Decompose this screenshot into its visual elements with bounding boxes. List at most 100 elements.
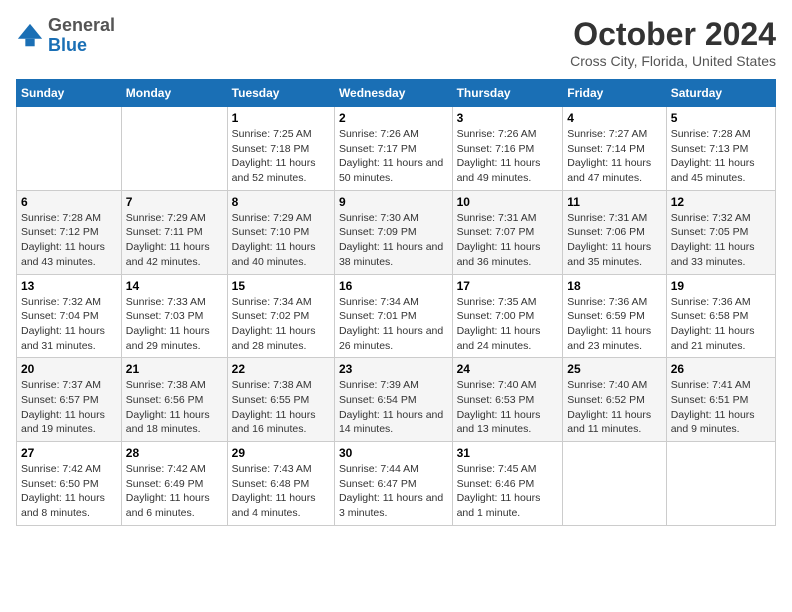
calendar-week-row: 20Sunrise: 7:37 AMSunset: 6:57 PMDayligh… [17,358,776,442]
calendar-day-cell: 28 Sunrise: 7:42 AMSunset: 6:49 PMDayligh… [121,442,227,526]
calendar-day-cell: 24 Sunrise: 7:40 AMSunset: 6:53 PMDayligh… [452,358,563,442]
calendar-day-cell: 9Sunrise: 7:30 AMSunset: 7:09 PMDaylight… [334,190,452,274]
calendar-day-cell: 5 Sunrise: 7:28 AMSunset: 7:13 PMDaylight… [666,107,775,191]
calendar-day-cell: 18 Sunrise: 7:36 AMSunset: 6:59 PMDayligh… [563,274,666,358]
day-info: Sunrise: 7:26 AMSunset: 7:17 PMDaylight:… [339,127,448,186]
day-info: Sunrise: 7:35 AMSunset: 7:00 PMDaylight:… [457,295,559,354]
day-info: Sunrise: 7:42 AMSunset: 6:49 PMDaylight:… [126,462,223,521]
day-info: Sunrise: 7:34 AMSunset: 7:01 PMDaylight:… [339,295,448,354]
month-title: October 2024 [570,16,776,53]
day-info: Sunrise: 7:40 AMSunset: 6:53 PMDaylight:… [457,378,559,437]
calendar-day-cell: 25Sunrise: 7:40 AMSunset: 6:52 PMDayligh… [563,358,666,442]
day-number: 27 [21,446,117,460]
day-number: 18 [567,279,661,293]
day-of-week-header: Tuesday [227,80,334,107]
calendar-day-cell: 6 Sunrise: 7:28 AMSunset: 7:12 PMDaylight… [17,190,122,274]
calendar-week-row: 13Sunrise: 7:32 AMSunset: 7:04 PMDayligh… [17,274,776,358]
day-number: 24 [457,362,559,376]
day-info: Sunrise: 7:33 AMSunset: 7:03 PMDaylight:… [126,295,223,354]
calendar-day-cell: 26 Sunrise: 7:41 AMSunset: 6:51 PMDayligh… [666,358,775,442]
calendar-day-cell: 19 Sunrise: 7:36 AMSunset: 6:58 PMDayligh… [666,274,775,358]
calendar-day-cell: 31 Sunrise: 7:45 AMSunset: 6:46 PMDayligh… [452,442,563,526]
day-number: 22 [232,362,330,376]
day-info: Sunrise: 7:42 AMSunset: 6:50 PMDaylight:… [21,462,117,521]
day-number: 25 [567,362,661,376]
calendar-day-cell: 11 Sunrise: 7:31 AMSunset: 7:06 PMDayligh… [563,190,666,274]
day-info: Sunrise: 7:30 AMSunset: 7:09 PMDaylight:… [339,211,448,270]
day-number: 21 [126,362,223,376]
day-of-week-header: Monday [121,80,227,107]
logo-icon [16,22,44,50]
day-info: Sunrise: 7:26 AMSunset: 7:16 PMDaylight:… [457,127,559,186]
day-number: 30 [339,446,448,460]
calendar-day-cell: 4 Sunrise: 7:27 AMSunset: 7:14 PMDaylight… [563,107,666,191]
day-number: 23 [339,362,448,376]
day-number: 4 [567,111,661,125]
day-number: 10 [457,195,559,209]
day-number: 29 [232,446,330,460]
calendar-day-cell: 21 Sunrise: 7:38 AMSunset: 6:56 PMDayligh… [121,358,227,442]
day-number: 16 [339,279,448,293]
day-number: 5 [671,111,771,125]
calendar-day-cell: 1 Sunrise: 7:25 AMSunset: 7:18 PMDaylight… [227,107,334,191]
calendar-day-cell: 23 Sunrise: 7:39 AMSunset: 6:54 PMDayligh… [334,358,452,442]
calendar-day-cell: 10Sunrise: 7:31 AMSunset: 7:07 PMDayligh… [452,190,563,274]
day-info: Sunrise: 7:44 AMSunset: 6:47 PMDaylight:… [339,462,448,521]
day-number: 6 [21,195,117,209]
header-row: SundayMondayTuesdayWednesdayThursdayFrid… [17,80,776,107]
day-number: 7 [126,195,223,209]
day-number: 1 [232,111,330,125]
calendar-day-cell [121,107,227,191]
day-info: Sunrise: 7:36 AMSunset: 6:58 PMDaylight:… [671,295,771,354]
header: General Blue October 2024 Cross City, Fl… [16,16,776,69]
calendar-week-row: 1 Sunrise: 7:25 AMSunset: 7:18 PMDaylight… [17,107,776,191]
calendar-day-cell: 2 Sunrise: 7:26 AMSunset: 7:17 PMDaylight… [334,107,452,191]
calendar-day-cell: 14Sunrise: 7:33 AMSunset: 7:03 PMDayligh… [121,274,227,358]
day-info: Sunrise: 7:36 AMSunset: 6:59 PMDaylight:… [567,295,661,354]
logo-blue-text: Blue [48,36,115,56]
calendar-day-cell: 15Sunrise: 7:34 AMSunset: 7:02 PMDayligh… [227,274,334,358]
day-number: 17 [457,279,559,293]
day-info: Sunrise: 7:25 AMSunset: 7:18 PMDaylight:… [232,127,330,186]
logo-general-text: General [48,16,115,36]
calendar-day-cell [563,442,666,526]
day-info: Sunrise: 7:45 AMSunset: 6:46 PMDaylight:… [457,462,559,521]
day-of-week-header: Wednesday [334,80,452,107]
logo: General Blue [16,16,115,56]
calendar-day-cell [666,442,775,526]
day-of-week-header: Thursday [452,80,563,107]
day-info: Sunrise: 7:39 AMSunset: 6:54 PMDaylight:… [339,378,448,437]
day-info: Sunrise: 7:38 AMSunset: 6:56 PMDaylight:… [126,378,223,437]
day-number: 2 [339,111,448,125]
day-number: 26 [671,362,771,376]
calendar-day-cell: 29 Sunrise: 7:43 AMSunset: 6:48 PMDayligh… [227,442,334,526]
day-info: Sunrise: 7:38 AMSunset: 6:55 PMDaylight:… [232,378,330,437]
day-of-week-header: Sunday [17,80,122,107]
title-area: October 2024 Cross City, Florida, United… [570,16,776,69]
day-info: Sunrise: 7:28 AMSunset: 7:13 PMDaylight:… [671,127,771,186]
calendar-day-cell: 17 Sunrise: 7:35 AMSunset: 7:00 PMDayligh… [452,274,563,358]
day-number: 19 [671,279,771,293]
calendar-day-cell: 12 Sunrise: 7:32 AMSunset: 7:05 PMDayligh… [666,190,775,274]
day-info: Sunrise: 7:28 AMSunset: 7:12 PMDaylight:… [21,211,117,270]
day-number: 31 [457,446,559,460]
calendar-day-cell: 7Sunrise: 7:29 AMSunset: 7:11 PMDaylight… [121,190,227,274]
day-number: 12 [671,195,771,209]
day-of-week-header: Saturday [666,80,775,107]
day-info: Sunrise: 7:43 AMSunset: 6:48 PMDaylight:… [232,462,330,521]
day-info: Sunrise: 7:32 AMSunset: 7:05 PMDaylight:… [671,211,771,270]
day-number: 11 [567,195,661,209]
day-number: 3 [457,111,559,125]
day-info: Sunrise: 7:27 AMSunset: 7:14 PMDaylight:… [567,127,661,186]
calendar-table: SundayMondayTuesdayWednesdayThursdayFrid… [16,79,776,526]
calendar-day-cell: 8Sunrise: 7:29 AMSunset: 7:10 PMDaylight… [227,190,334,274]
location: Cross City, Florida, United States [570,53,776,69]
calendar-day-cell: 20Sunrise: 7:37 AMSunset: 6:57 PMDayligh… [17,358,122,442]
calendar-day-cell: 30 Sunrise: 7:44 AMSunset: 6:47 PMDayligh… [334,442,452,526]
day-info: Sunrise: 7:37 AMSunset: 6:57 PMDaylight:… [21,378,117,437]
day-info: Sunrise: 7:41 AMSunset: 6:51 PMDaylight:… [671,378,771,437]
day-info: Sunrise: 7:31 AMSunset: 7:06 PMDaylight:… [567,211,661,270]
day-number: 28 [126,446,223,460]
day-number: 15 [232,279,330,293]
calendar-day-cell: 13Sunrise: 7:32 AMSunset: 7:04 PMDayligh… [17,274,122,358]
